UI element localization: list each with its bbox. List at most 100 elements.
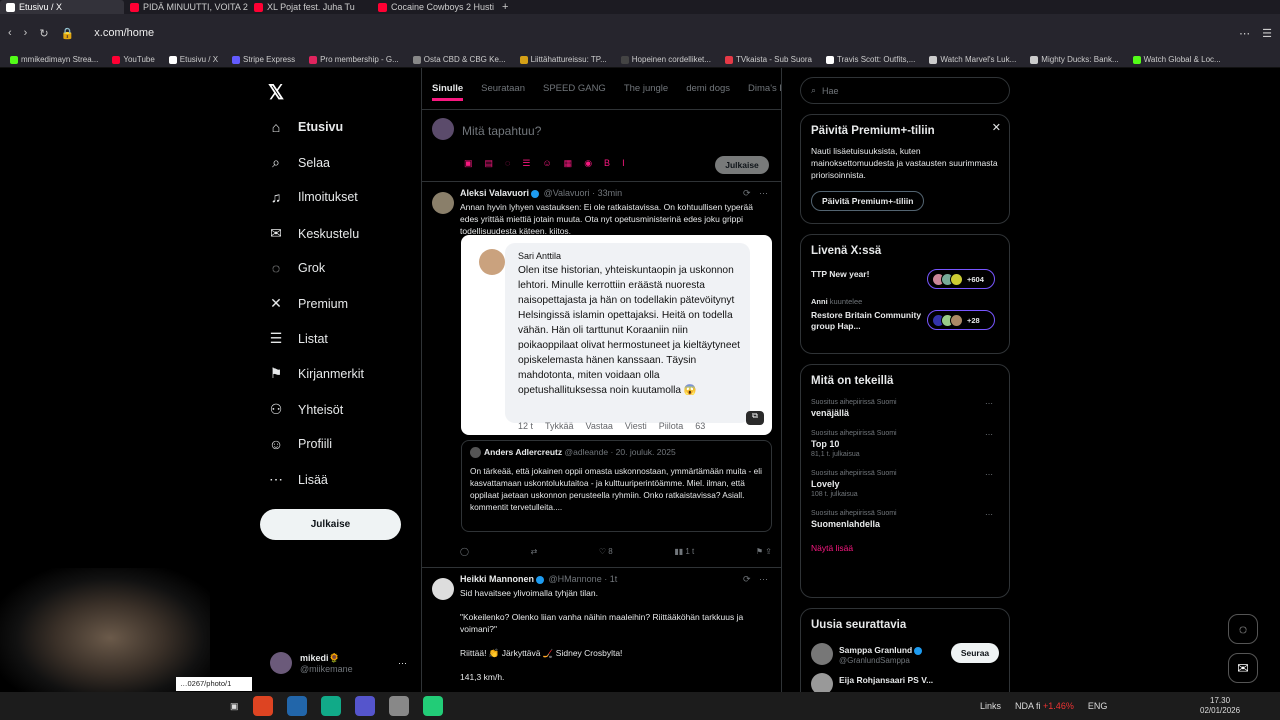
close-icon[interactable]: ✕ — [992, 121, 1001, 134]
show-more-link[interactable]: Näytä lisää — [811, 543, 999, 553]
bookmark-item[interactable]: Travis Scott: Outfits,... — [825, 55, 915, 64]
tab-the-jungle[interactable]: The jungle — [624, 83, 668, 94]
follow-suggestion[interactable]: Eija Rohjansaari PS V... — [811, 673, 999, 692]
retweet-icon[interactable]: ⇄ — [531, 547, 538, 556]
bookmark-item[interactable]: Hopeinen cordelliket... — [620, 55, 711, 64]
avatar[interactable] — [811, 673, 833, 692]
language-indicator[interactable]: ENG — [1088, 701, 1108, 711]
bookmark-item[interactable]: Mighty Ducks: Bank... — [1030, 55, 1119, 64]
tweet[interactable]: Heikki Mannonen @HMannone · 1t ⟳ ⋯ Sid h… — [422, 568, 781, 692]
tweet[interactable]: Aleksi Valavuori @Valavuori · 33min ⟳ ⋯ … — [422, 182, 781, 568]
poll-icon[interactable]: ☰ — [522, 158, 530, 169]
tab-sinulle[interactable]: Sinulle — [432, 83, 464, 101]
follow-button[interactable]: Seuraa — [951, 643, 999, 663]
sidebar-item-profiili[interactable]: ☺ Profiili — [268, 436, 332, 452]
links-toolbar[interactable]: Links — [980, 701, 1001, 711]
browser-tab[interactable]: Etusivu / X — [0, 0, 124, 14]
schedule-icon[interactable]: ▦ — [564, 158, 573, 169]
back-icon[interactable]: ‹ — [8, 27, 12, 39]
tweet-author-name[interactable]: Aleksi Valavuori — [460, 188, 529, 198]
premium-button[interactable]: Päivitä Premium+-tiliin — [811, 191, 925, 211]
sidebar-item-ilmoitukset[interactable]: ♫ Ilmoitukset — [268, 189, 358, 205]
follow-suggestion[interactable]: Samppa Granlund @GranlundSamppa Seuraa — [811, 643, 999, 669]
opera-icon[interactable] — [252, 696, 273, 716]
avatar[interactable] — [432, 192, 454, 214]
search-input[interactable]: ⌕ Hae — [800, 77, 1010, 104]
task-view-icon[interactable]: ▣ — [230, 701, 239, 712]
sidebar-item-grok[interactable]: ◌ Grok — [268, 260, 325, 276]
composer-input[interactable]: Mitä tapahtuu? — [462, 124, 541, 138]
bookmark-item[interactable]: Pro membership - G... — [309, 55, 399, 64]
bookmark-item[interactable]: Watch Global & Loc... — [1132, 55, 1221, 64]
avatar[interactable] — [811, 643, 833, 665]
like-button[interactable]: ♡ 8 — [599, 547, 613, 556]
bookmark-item[interactable]: TVkaista - Sub Suora — [724, 55, 812, 64]
account-switcher[interactable]: mikedi🌻 @miikemane ⋯ — [270, 652, 407, 674]
sidebar-item-listat[interactable]: ☰ Listat — [268, 330, 328, 347]
image-icon[interactable]: ▣ — [464, 158, 473, 169]
live-space[interactable]: TTP New year! +604 — [811, 269, 999, 291]
forward-icon[interactable]: › — [24, 27, 28, 39]
composer-post-button[interactable]: Julkaise — [715, 156, 769, 174]
grok-icon[interactable]: ◌ — [1228, 614, 1258, 644]
grok-icon[interactable]: ◌ — [505, 158, 510, 169]
app-icon[interactable] — [286, 696, 307, 716]
italic-icon[interactable]: I — [622, 158, 625, 169]
tweet-author-name[interactable]: Heikki Mannonen — [460, 574, 534, 584]
more-icon[interactable]: ⟳ ⋯ — [743, 188, 771, 199]
app-icon[interactable] — [388, 696, 409, 716]
sidebar-item-kirjanmerkit[interactable]: ⚑ Kirjanmerkit — [268, 365, 364, 382]
more-icon[interactable]: ⋯ — [985, 470, 995, 479]
tweet-image[interactable]: Sari Anttila Olen itse historian, yhteis… — [461, 235, 772, 435]
edge-icon[interactable] — [320, 696, 341, 716]
tweet-time[interactable]: 33min — [598, 188, 623, 198]
menu-icon[interactable]: ☰ — [1262, 27, 1272, 40]
sidebar-item-premium[interactable]: ✕ Premium — [268, 295, 348, 312]
quoted-tweet[interactable]: Anders Adlercreutz @adleande · 20. joulu… — [461, 440, 772, 532]
tweet-author-handle[interactable]: @Valavuori — [544, 188, 590, 198]
url-input[interactable]: x.com/home — [94, 27, 1227, 39]
reload-icon[interactable]: ↻ — [39, 27, 48, 40]
sidebar-item-yhteisöt[interactable]: ⚇ Yhteisöt — [268, 401, 343, 418]
sidebar-item-selaa[interactable]: ⌕ Selaa — [268, 154, 330, 171]
bookmark-item[interactable]: YouTube — [112, 55, 155, 64]
stock-widget[interactable]: NDA fi +1.46% — [1015, 701, 1074, 711]
trend-item[interactable]: Suositus aihepiirissä Suomi Lovely 108 t. … — [811, 470, 999, 498]
bookmark-item[interactable]: Watch Marvel's Luk... — [929, 55, 1016, 64]
location-icon[interactable]: ◉ — [584, 158, 592, 169]
more-icon[interactable]: ⟳ ⋯ — [743, 574, 771, 585]
tab-dimas[interactable]: Dima's Di — [748, 83, 781, 94]
new-tab-button[interactable]: + — [496, 1, 514, 13]
alt-badge-icon[interactable]: ⧉ — [746, 411, 764, 425]
discord-icon[interactable] — [354, 696, 375, 716]
bookmark-item[interactable]: Osta CBD & CBG Ke... — [412, 55, 506, 64]
clock[interactable]: 17.30 02/01/2026 — [1200, 696, 1240, 716]
sidebar-item-keskustelu[interactable]: ✉ Keskustelu — [268, 225, 359, 242]
browser-tab[interactable]: PIDÄ MINUUTTI, VOITA 20 — [124, 0, 248, 14]
more-icon[interactable]: ⋯ — [985, 399, 995, 408]
listeners-pill[interactable]: +28 — [927, 310, 995, 330]
bookmark-icon[interactable]: ⚑ ⇪ — [756, 547, 772, 556]
tweet-author-handle[interactable]: @HMannone — [549, 574, 602, 584]
post-button[interactable]: Julkaise — [260, 509, 401, 540]
live-space[interactable]: Restore Britain Community group Hap... +… — [811, 310, 999, 332]
tab-seurataan[interactable]: Seurataan — [481, 83, 525, 94]
gif-icon[interactable]: ▤ — [485, 158, 494, 169]
browser-tab[interactable]: Cocaine Cowboys 2 Husti — [372, 0, 496, 14]
reply-icon[interactable]: ◯ — [460, 547, 469, 556]
trend-item[interactable]: Suositus aihepiirissä Suomi Top 10 81,1 t.… — [811, 430, 999, 458]
emoji-icon[interactable]: ☺ — [542, 158, 551, 169]
x-logo-icon[interactable]: 𝕏 — [268, 80, 284, 105]
extensions-icon[interactable]: ⋯ — [1239, 27, 1250, 40]
messages-icon[interactable]: ✉ — [1228, 653, 1258, 683]
more-icon[interactable]: ⋯ — [398, 658, 407, 669]
tweet-time[interactable]: 1t — [610, 574, 618, 584]
browser-tab[interactable]: XL Pojat fest. Juha Tu — [248, 0, 372, 14]
bold-icon[interactable]: B — [604, 158, 610, 169]
sidebar-item-lisää[interactable]: ⋯ Lisää — [268, 471, 328, 488]
trend-item[interactable]: Suositus aihepiirissä Suomi Suomenlahdell… — [811, 510, 999, 529]
listeners-pill[interactable]: +604 — [927, 269, 995, 289]
avatar[interactable] — [432, 578, 454, 600]
more-icon[interactable]: ⋯ — [985, 430, 995, 439]
bookmark-item[interactable]: mmikedimayn Strea... — [10, 55, 98, 64]
